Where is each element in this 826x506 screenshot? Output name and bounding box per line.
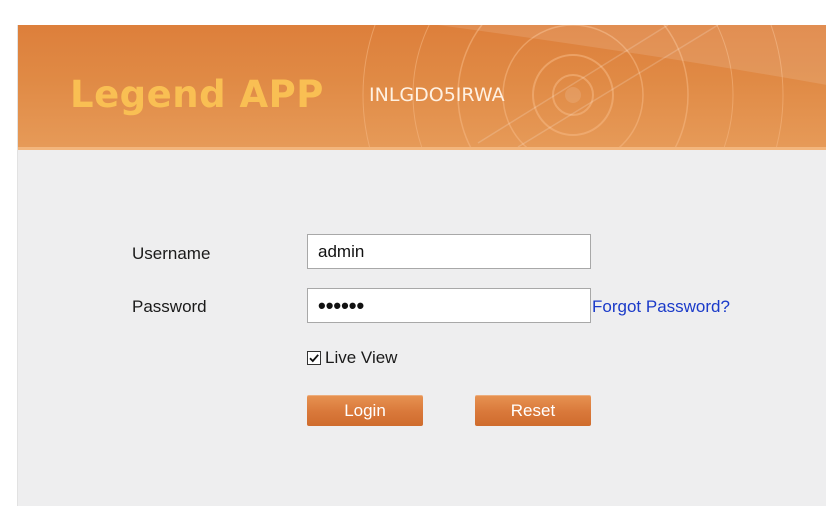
password-input[interactable] xyxy=(307,288,591,323)
password-label: Password xyxy=(132,297,207,316)
login-button[interactable]: Login xyxy=(307,395,423,426)
username-input[interactable] xyxy=(307,234,591,269)
login-panel: Legend APP INLGDO5IRWA Username Password… xyxy=(17,25,826,506)
live-view-option[interactable]: Live View xyxy=(307,348,397,368)
header-banner: Legend APP INLGDO5IRWA xyxy=(18,25,826,150)
username-label: Username xyxy=(132,244,211,263)
brand-name: Legend APP xyxy=(70,73,324,116)
checkmark-icon xyxy=(309,354,319,363)
live-view-checkbox[interactable] xyxy=(307,351,321,365)
forgot-password-link[interactable]: Forgot Password? xyxy=(592,297,730,317)
device-name: INLGDO5IRWA xyxy=(369,84,505,106)
reset-button[interactable]: Reset xyxy=(475,395,591,426)
live-view-label: Live View xyxy=(325,348,398,367)
